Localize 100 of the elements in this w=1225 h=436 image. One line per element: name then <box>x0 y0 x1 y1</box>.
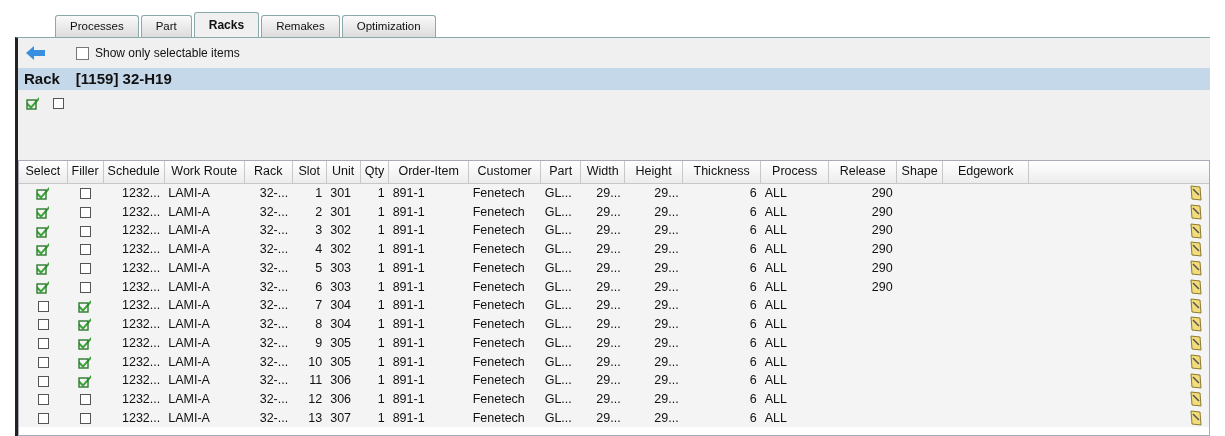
column-header[interactable]: Thickness <box>682 161 761 183</box>
clear-all-checkbox[interactable] <box>51 96 66 110</box>
table-cell: 305 <box>330 335 352 350</box>
edit-note-icon[interactable] <box>1189 297 1203 314</box>
filler-checkbox[interactable] <box>77 186 93 201</box>
tab[interactable]: Optimization <box>341 15 436 37</box>
tab[interactable]: Remakes <box>261 15 340 37</box>
table-cell: LAMI-A <box>168 410 210 425</box>
table-cell: 1 <box>377 223 385 238</box>
filler-checkbox[interactable] <box>77 317 93 332</box>
table-cell: 32-... <box>259 354 289 369</box>
edit-note-icon[interactable] <box>1189 353 1203 370</box>
table-cell: 1 <box>377 410 385 425</box>
back-arrow-icon[interactable] <box>26 46 46 60</box>
column-header[interactable]: Process <box>760 161 829 183</box>
select-checkbox[interactable] <box>35 186 51 201</box>
edit-note-icon[interactable] <box>1189 316 1203 333</box>
edit-note-icon[interactable] <box>1189 203 1203 220</box>
select-checkbox[interactable] <box>35 279 51 294</box>
filler-checkbox[interactable] <box>77 298 93 313</box>
column-header[interactable]: Filler <box>67 161 104 183</box>
select-checkbox[interactable] <box>35 242 51 257</box>
column-header[interactable]: Order-Item <box>388 161 469 183</box>
select-checkbox[interactable] <box>35 317 51 332</box>
table-cell: LAMI-A <box>168 373 210 388</box>
table-cell: 290 <box>871 260 893 275</box>
table-cell: LAMI-A <box>168 335 210 350</box>
edit-note-icon[interactable] <box>1189 372 1203 389</box>
table-cell: 6 <box>749 279 757 294</box>
edit-note-icon[interactable] <box>1189 410 1203 427</box>
table-cell: 2 <box>315 204 323 219</box>
column-header[interactable]: Height <box>624 161 683 183</box>
table-cell: 1232... <box>122 410 161 425</box>
select-checkbox[interactable] <box>35 223 51 238</box>
edit-note-icon[interactable] <box>1189 278 1203 295</box>
table-cell: 1232... <box>122 317 161 332</box>
table-cell: Fenetech <box>472 242 525 257</box>
filler-checkbox[interactable] <box>77 223 93 238</box>
column-header[interactable]: Select <box>19 161 67 183</box>
table-cell: 4 <box>315 242 323 257</box>
column-header[interactable]: Slot <box>292 161 327 183</box>
filler-checkbox[interactable] <box>77 354 93 369</box>
column-header[interactable]: Qty <box>360 161 389 183</box>
tab[interactable]: Processes <box>55 15 139 37</box>
table-cell: 32-... <box>259 298 289 313</box>
tab[interactable]: Racks <box>193 12 260 37</box>
table-cell: Fenetech <box>472 317 525 332</box>
column-header[interactable]: Customer <box>468 161 541 183</box>
table-cell: 6 <box>749 260 757 275</box>
select-checkbox[interactable] <box>35 392 51 407</box>
table-cell: 305 <box>330 354 352 369</box>
column-header[interactable]: Width <box>580 161 625 183</box>
column-header[interactable]: Part <box>540 161 581 183</box>
filler-checkbox[interactable] <box>77 279 93 294</box>
filler-checkbox[interactable] <box>77 261 93 276</box>
show-selectable-checkbox[interactable]: Show only selectable items <box>76 44 240 62</box>
table-cell: LAMI-A <box>168 185 210 200</box>
table-cell: 1 <box>377 373 385 388</box>
edit-note-icon[interactable] <box>1189 335 1203 352</box>
table-cell: GL... <box>544 204 572 219</box>
column-header[interactable]: Schedule <box>103 161 165 183</box>
table-cell: LAMI-A <box>168 279 210 294</box>
select-checkbox[interactable] <box>35 204 51 219</box>
edit-note-icon[interactable] <box>1189 222 1203 239</box>
table-cell: 891-1 <box>392 410 425 425</box>
select-checkbox[interactable] <box>35 336 51 351</box>
table-cell: 6 <box>749 354 757 369</box>
table-cell: 307 <box>330 410 352 425</box>
column-header[interactable]: Shape <box>896 161 943 183</box>
select-checkbox[interactable] <box>35 411 51 426</box>
table-cell: GL... <box>544 410 572 425</box>
column-header[interactable]: Unit <box>326 161 361 183</box>
select-checkbox[interactable] <box>35 261 51 276</box>
table-cell: 29... <box>654 185 679 200</box>
table-cell: 6 <box>749 410 757 425</box>
filler-checkbox[interactable] <box>77 411 93 426</box>
edit-note-icon[interactable] <box>1189 241 1203 258</box>
column-header[interactable]: Rack <box>244 161 293 183</box>
select-checkbox[interactable] <box>35 354 51 369</box>
edit-note-icon[interactable] <box>1189 391 1203 408</box>
filler-checkbox[interactable] <box>77 373 93 388</box>
column-header[interactable]: Edgework <box>942 161 1029 183</box>
filler-checkbox[interactable] <box>77 336 93 351</box>
edit-note-icon[interactable] <box>1189 260 1203 277</box>
table-cell: Fenetech <box>472 410 525 425</box>
select-checkbox[interactable] <box>35 298 51 313</box>
table-cell: 1 <box>377 204 385 219</box>
filler-checkbox[interactable] <box>77 204 93 219</box>
table-cell: 29... <box>654 354 679 369</box>
edit-note-icon[interactable] <box>1189 185 1203 202</box>
table-cell: 32-... <box>259 242 289 257</box>
select-checkbox[interactable] <box>35 373 51 388</box>
tab[interactable]: Part <box>140 15 192 37</box>
filler-checkbox[interactable] <box>77 392 93 407</box>
filler-checkbox[interactable] <box>77 242 93 257</box>
column-header[interactable]: Work Route <box>164 161 245 183</box>
column-header[interactable]: Release <box>828 161 897 183</box>
table-cell: 304 <box>330 298 352 313</box>
table-cell: 891-1 <box>392 260 425 275</box>
select-all-checkbox[interactable] <box>26 96 41 110</box>
